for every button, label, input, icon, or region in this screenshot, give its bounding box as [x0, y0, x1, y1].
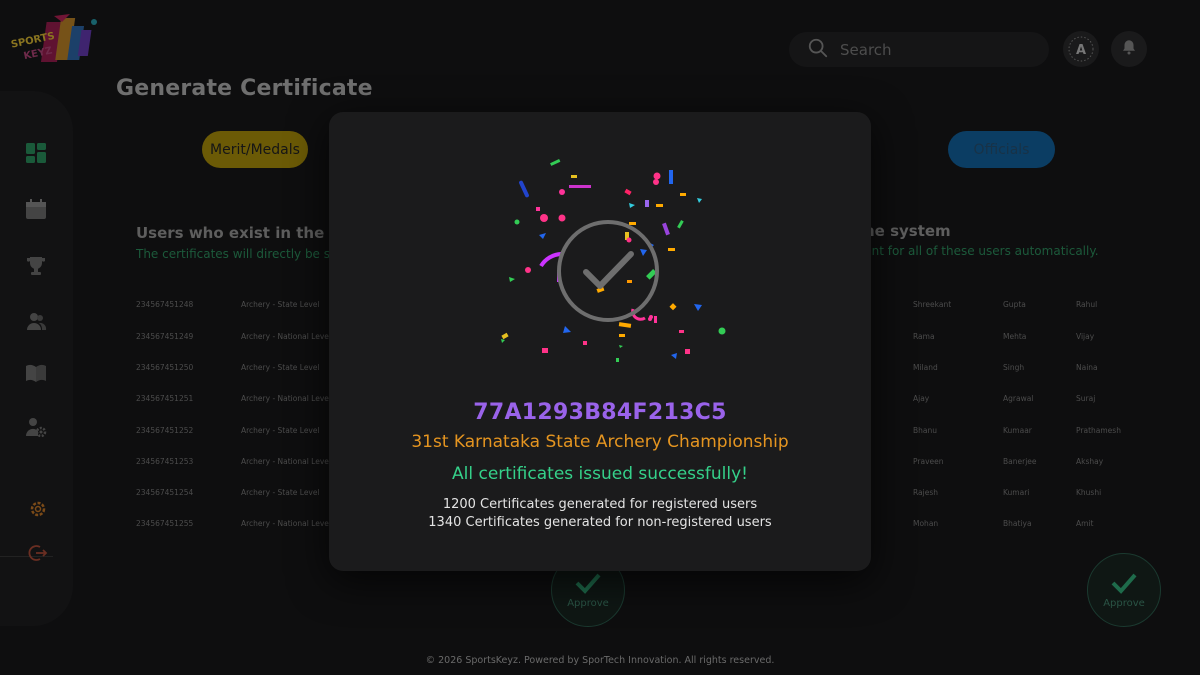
last-name-cell: Bhatiya — [1003, 519, 1032, 528]
footer-copyright: © 2026 SportsKeyz. Powered by SporTech I… — [425, 655, 775, 666]
sidebar-item-user-settings[interactable] — [24, 417, 48, 441]
search-bar[interactable] — [789, 32, 1049, 67]
user-id-cell: 234567451249 — [136, 332, 194, 341]
avatar-initial: A — [1076, 43, 1086, 58]
notification-button[interactable] — [1111, 31, 1147, 67]
last-name-cell: Mehta — [1003, 332, 1027, 341]
last-name-cell: Agrawal — [1003, 394, 1034, 403]
tab-merit-medals[interactable]: Merit/Medals — [202, 131, 308, 168]
sidebar-item-book[interactable] — [24, 363, 48, 387]
unregistered-section-title: he system — [864, 222, 951, 240]
search-input[interactable] — [840, 40, 1030, 59]
extra-name-cell: Naina — [1076, 363, 1098, 372]
non-registered-count-text: 1340 Certificates generated for non-regi… — [428, 515, 772, 530]
user-id-cell: 234567451254 — [136, 488, 194, 497]
user-id-cell: 234567451248 — [136, 300, 194, 309]
gear-icon — [28, 499, 48, 523]
event-name: 31st Karnataka State Archery Championshi… — [411, 432, 789, 452]
first-name-cell: Miland — [913, 363, 938, 372]
event-level-cell: Archery - State Level — [241, 363, 320, 372]
user-id-cell: 234567451252 — [136, 426, 194, 435]
user-gear-icon — [25, 416, 47, 442]
tab-officials[interactable]: Officials — [948, 131, 1055, 168]
sidebar-item-calendar[interactable] — [24, 199, 48, 223]
user-id-cell: 234567451250 — [136, 363, 194, 372]
event-level-cell: Archery - National Level — [241, 457, 331, 466]
first-name-cell: Mohan — [913, 519, 939, 528]
registered-section-title: Users who exist in the sys — [136, 224, 358, 242]
check-circle-icon — [557, 220, 659, 322]
event-level-cell: Archery - State Level — [241, 426, 320, 435]
success-message: All certificates issued successfully! — [452, 464, 748, 484]
first-name-cell: Praveen — [913, 457, 944, 466]
extra-name-cell: Suraj — [1076, 394, 1096, 403]
user-id-cell: 234567451253 — [136, 457, 194, 466]
grid-icon — [25, 142, 47, 168]
last-name-cell: Kumaar — [1003, 426, 1032, 435]
sidebar-item-dashboard[interactable] — [24, 143, 48, 167]
sidebar — [0, 91, 73, 626]
event-level-cell: Archery - National Level — [241, 394, 331, 403]
extra-name-cell: Prathamesh — [1076, 426, 1121, 435]
last-name-cell: Singh — [1003, 363, 1025, 372]
approve-label: Approve — [1103, 597, 1145, 609]
success-modal: 77A1293B84F213C5 31st Karnataka State Ar… — [329, 112, 871, 571]
extra-name-cell: Amit — [1076, 519, 1094, 528]
unregistered-section-subtitle: unt for all of these users automatically… — [864, 244, 1099, 258]
event-level-cell: Archery - National Level — [241, 332, 331, 341]
last-name-cell: Kumari — [1003, 488, 1030, 497]
last-name-cell: Banerjee — [1003, 457, 1037, 466]
sidebar-item-users[interactable] — [24, 311, 48, 335]
sportskeyz-logo[interactable]: SPORTS KEYZ — [10, 12, 102, 70]
users-icon — [25, 310, 47, 336]
event-level-cell: Archery - State Level — [241, 300, 320, 309]
extra-name-cell: Rahul — [1076, 300, 1098, 309]
check-icon — [1111, 572, 1137, 597]
logout-icon — [28, 543, 48, 567]
first-name-cell: Rama — [913, 332, 935, 341]
approve-label: Approve — [567, 597, 609, 609]
user-id-cell: 234567451251 — [136, 394, 194, 403]
trophy-icon — [25, 255, 47, 281]
sidebar-item-logout[interactable] — [26, 543, 50, 567]
registered-section-subtitle: The certificates will directly be se — [136, 247, 338, 261]
first-name-cell: Bhanu — [913, 426, 938, 435]
first-name-cell: Rajesh — [913, 488, 939, 497]
event-level-cell: Archery - National Level — [241, 519, 331, 528]
event-level-cell: Archery - State Level — [241, 488, 320, 497]
certificate-code: 77A1293B84F213C5 — [473, 400, 727, 425]
page-title: Generate Certificate — [116, 76, 373, 101]
registered-count-text: 1200 Certificates generated for register… — [442, 497, 758, 512]
sidebar-item-trophy[interactable] — [24, 256, 48, 280]
confetti-icon — [501, 158, 726, 362]
check-icon — [575, 572, 601, 597]
sidebar-item-settings[interactable] — [26, 499, 50, 523]
extra-name-cell: Akshay — [1076, 457, 1104, 466]
first-name-cell: Ajay — [913, 394, 930, 403]
extra-name-cell: Khushi — [1076, 488, 1102, 497]
calendar-icon — [25, 198, 47, 224]
first-name-cell: Shreekant — [913, 300, 952, 309]
confetti-illustration — [501, 158, 726, 362]
search-icon — [807, 37, 829, 63]
bell-icon — [1120, 38, 1138, 60]
book-icon — [25, 362, 47, 388]
approve-button-unregistered[interactable]: Approve — [1087, 553, 1161, 627]
user-id-cell: 234567451255 — [136, 519, 194, 528]
last-name-cell: Gupta — [1003, 300, 1026, 309]
avatar[interactable]: A — [1063, 31, 1099, 67]
extra-name-cell: Vijay — [1076, 332, 1095, 341]
